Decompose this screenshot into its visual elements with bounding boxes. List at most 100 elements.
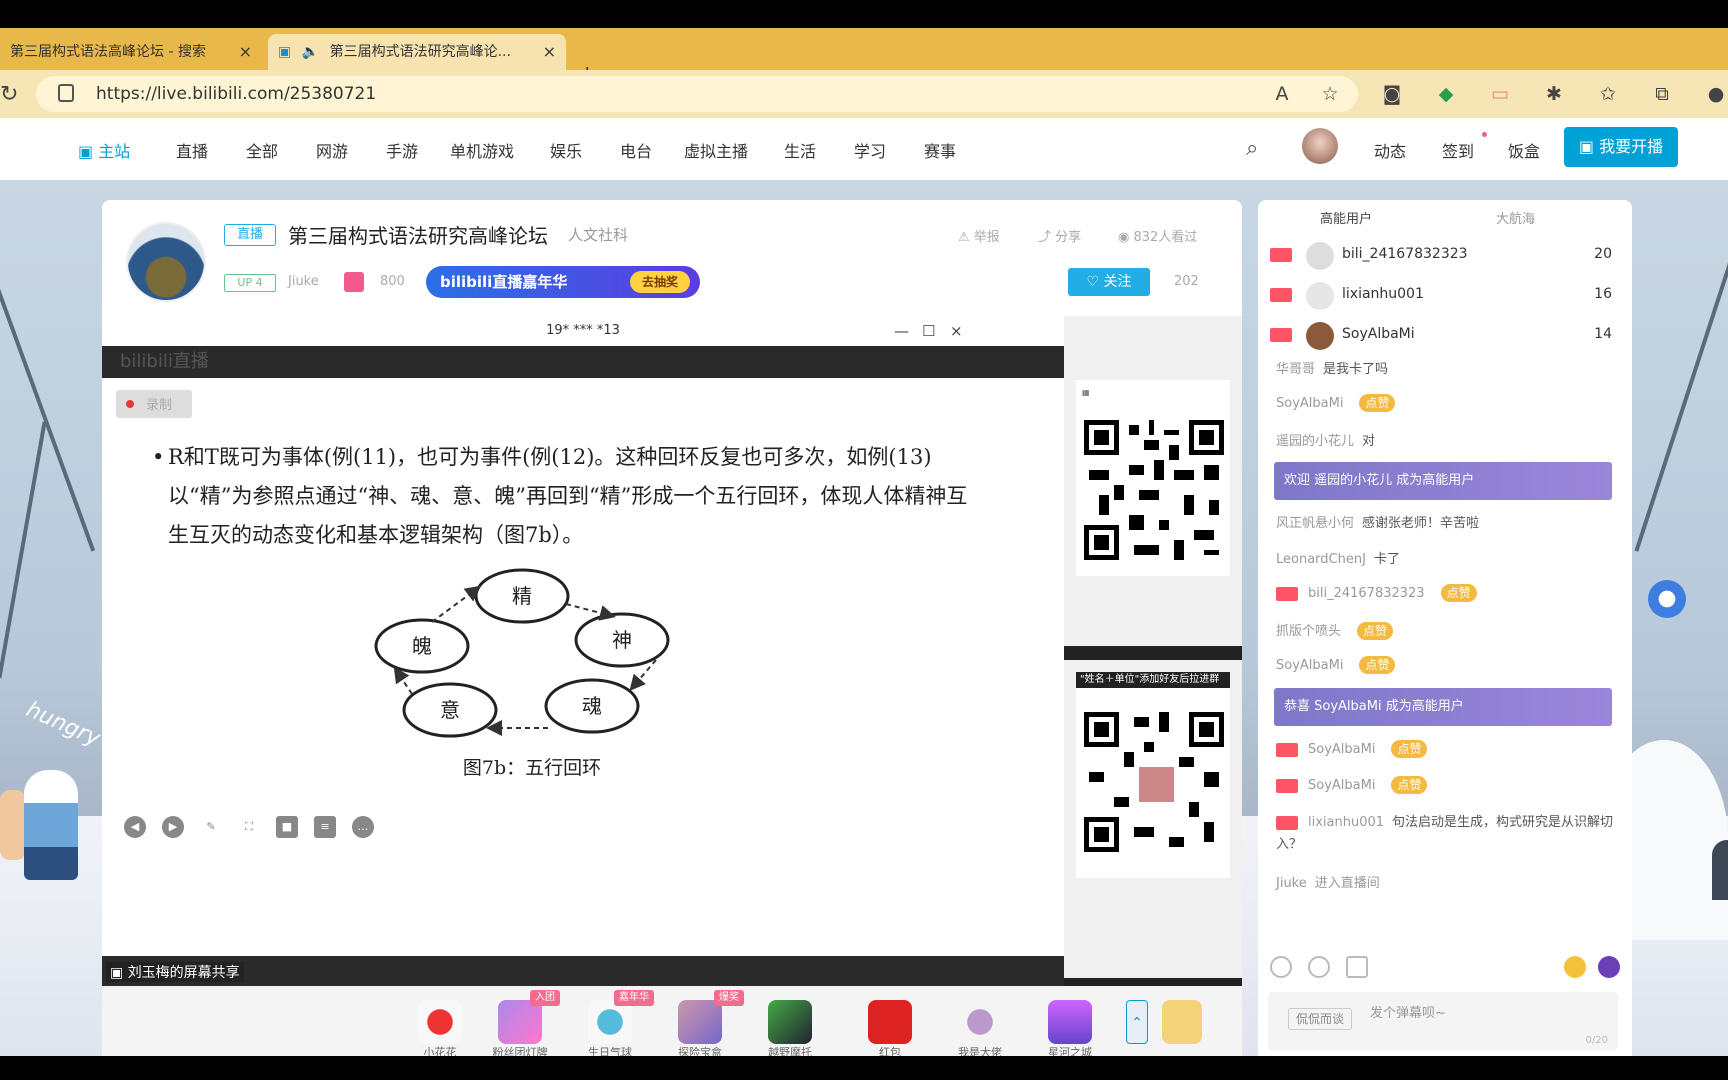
gift-badge: 爆奖 — [714, 990, 744, 1006]
extension-icon[interactable]: ◙ — [1380, 82, 1404, 106]
nav-item[interactable]: 学习 — [854, 138, 886, 162]
panel-divider — [1064, 646, 1242, 660]
report-link[interactable]: ⚠ 举报 — [958, 226, 1000, 245]
speaker-icon[interactable]: 🔈 — [302, 44, 319, 60]
chat-message: SoyAlbaMi 点赞 — [1276, 656, 1396, 674]
lock-icon[interactable] — [58, 84, 74, 102]
tab-captain[interactable]: 大航海 — [1496, 208, 1535, 227]
nav-item[interactable]: 生活 — [784, 138, 816, 162]
minimize-icon: — — [894, 322, 909, 340]
favorite-add-icon[interactable]: ☆ — [1318, 82, 1342, 106]
sunglasses-emoji-icon[interactable] — [1564, 956, 1586, 978]
nav-home[interactable]: ▣ 主站 — [78, 138, 130, 162]
browser-tab-search[interactable]: 第三届构式语法高峰论坛 - 搜索 × — [0, 34, 262, 70]
puzzle-icon[interactable]: ✱ — [1542, 82, 1566, 106]
chat-user[interactable]: Jiuke — [1276, 876, 1307, 891]
expand-up-icon[interactable]: ⌃ — [1126, 1000, 1148, 1044]
fan-lamp-gift-icon[interactable] — [498, 1000, 542, 1044]
galaxy-city-gift-icon[interactable] — [1048, 1000, 1092, 1044]
nav-signin[interactable]: 签到 — [1442, 138, 1474, 162]
anchor-avatar[interactable] — [126, 222, 206, 302]
level-badge — [1270, 248, 1292, 262]
danmaku-input[interactable]: 侃侃而谈 发个弹幕呗~ 0/20 — [1268, 992, 1618, 1050]
chat-user[interactable]: lixianhu001 — [1308, 815, 1384, 830]
screen-top-border — [0, 0, 1728, 28]
rank-row[interactable]: bili_24167832323 20 — [1258, 236, 1632, 276]
chat-user[interactable]: bili_24167832323 — [1308, 586, 1425, 601]
room-category[interactable]: 人文社科 — [568, 224, 628, 245]
mascot-icon[interactable] — [1648, 580, 1686, 618]
bare-tree-branch — [1634, 208, 1728, 552]
tab-high-energy[interactable]: 高能用户 — [1320, 208, 1372, 227]
chat-user[interactable]: 遥园的小花儿 — [1276, 434, 1354, 449]
chat-user[interactable]: 抓版个喷头 — [1276, 624, 1341, 639]
nav-dynamic[interactable]: 动态 — [1374, 138, 1406, 162]
close-icon[interactable]: × — [239, 34, 252, 70]
video-player[interactable]: 19* *** *13 — ☐ × bilibili直播 录制 • R和T既可为… — [102, 316, 1242, 1059]
carnival-banner[interactable]: bilibili直播嘉年华 去抽奖 — [426, 266, 700, 298]
bilibili-icon: ▣ — [278, 44, 292, 60]
character-figure — [0, 790, 26, 860]
avatar[interactable] — [1302, 128, 1338, 164]
chat-user[interactable]: SoyAlbaMi — [1276, 396, 1343, 411]
close-icon[interactable]: × — [543, 34, 556, 70]
qr-card: ▦ — [1076, 380, 1230, 576]
read-aloud-icon[interactable]: A — [1270, 82, 1294, 106]
nav-item[interactable]: 赛事 — [924, 138, 956, 162]
screen-bottom-border — [0, 1056, 1728, 1080]
search-icon[interactable]: ⌕ — [1246, 136, 1258, 161]
chat-text: 卡了 — [1373, 552, 1400, 567]
record-dot-icon — [126, 400, 134, 408]
rank-row[interactable]: lixianhu001 16 — [1258, 276, 1632, 316]
boss-gift-icon[interactable] — [958, 1000, 1002, 1044]
gift-icon — [344, 272, 364, 292]
chat-message: lixianhu001 句法启动是生成，构式研究是从识解切入？ — [1276, 812, 1616, 856]
profile-icon[interactable]: ● — [1704, 82, 1728, 106]
notification-dot — [1482, 132, 1487, 137]
treasure-box-gift-icon[interactable] — [678, 1000, 722, 1044]
start-live-button[interactable]: ▣ 我要开播 — [1564, 127, 1678, 167]
chat-bubble-icon[interactable] — [1598, 956, 1620, 978]
sticker-icon[interactable] — [1308, 956, 1330, 978]
chat-user[interactable]: SoyAlbaMi — [1308, 778, 1375, 793]
history-icon[interactable] — [1346, 956, 1368, 978]
share-link[interactable]: ⤴ 分享 — [1038, 226, 1081, 245]
camera-icon: ▣ — [1578, 137, 1594, 156]
balloon-gift-icon[interactable] — [588, 1000, 632, 1044]
chat-user[interactable]: LeonardChenJ — [1276, 552, 1366, 567]
nav-item[interactable]: 电台 — [620, 138, 652, 162]
chat-user[interactable]: 华哥哥 — [1276, 362, 1315, 377]
chat-mode-button[interactable]: 侃侃而谈 — [1288, 1008, 1352, 1030]
shield-extension-icon[interactable]: ◆ — [1434, 82, 1458, 106]
gift-badge: 嘉年华 — [614, 990, 654, 1006]
collections-icon[interactable]: ⧉ — [1650, 82, 1674, 106]
url-field[interactable]: https://live.bilibili.com/25380721 — [36, 76, 1358, 112]
subtitle-icon: ≡ — [314, 816, 336, 838]
nav-item[interactable]: 全部 — [246, 138, 278, 162]
nav-item[interactable]: 手游 — [386, 138, 418, 162]
reload-icon[interactable]: ↻ — [0, 82, 18, 107]
rank-row[interactable]: SoyAlbaMi 14 — [1258, 316, 1632, 356]
shop-icon[interactable] — [1162, 1000, 1202, 1044]
red-envelope-gift-icon[interactable] — [868, 1000, 912, 1044]
tv-icon: ▣ — [78, 142, 94, 161]
favorites-icon[interactable]: ✩ — [1596, 82, 1620, 106]
nav-item[interactable]: 虚拟主播 — [684, 138, 748, 162]
browser-tab-live[interactable]: ▣ 🔈 第三届构式语法研究高峰论... × — [268, 34, 566, 70]
follow-button[interactable]: ♡ 关注 — [1068, 268, 1150, 296]
nav-item[interactable]: 直播 — [176, 138, 208, 162]
rose-gift-icon[interactable] — [418, 1000, 462, 1044]
chat-user[interactable]: SoyAlbaMi — [1308, 742, 1375, 757]
chat-user[interactable]: SoyAlbaMi — [1276, 658, 1343, 673]
lottery-button[interactable]: 去抽奖 — [629, 271, 690, 293]
up-name[interactable]: Jiuke — [288, 274, 319, 289]
chat-user[interactable]: 风正帆悬小何 — [1276, 516, 1354, 531]
nav-item[interactable]: 娱乐 — [550, 138, 582, 162]
screen-share-window: 19* *** *13 — ☐ × bilibili直播 录制 • R和T既可为… — [102, 316, 1064, 956]
nav-box[interactable]: 饭盒 — [1508, 138, 1540, 162]
emoji-icon[interactable] — [1270, 956, 1292, 978]
extension-icon[interactable]: ▭ — [1488, 82, 1512, 106]
nav-item[interactable]: 单机游戏 — [450, 138, 514, 162]
nav-item[interactable]: 网游 — [316, 138, 348, 162]
motorbike-gift-icon[interactable] — [768, 1000, 812, 1044]
